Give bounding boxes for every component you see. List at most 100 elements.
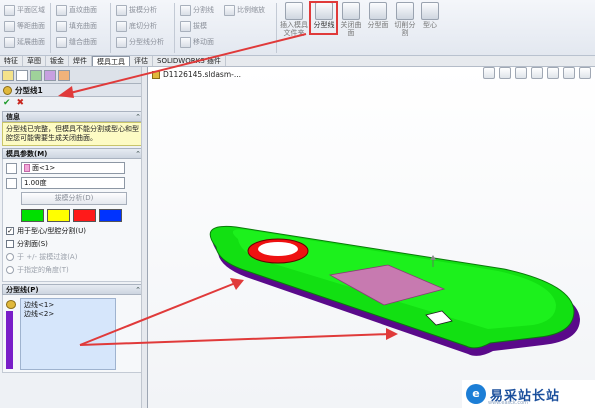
command-tabs: 特征 草图 钣金 焊件 模具工具 评估 SOLIDWORKS 插件 (0, 56, 595, 67)
ribbon-group-surfaces: 平面区域 等距曲面 延展曲面 (4, 2, 45, 50)
shut-off-surface-icon (342, 2, 360, 20)
cancel-button[interactable]: ✖ (17, 98, 25, 108)
feature-tree-flyout[interactable]: D1126145.sldasm-... (152, 70, 241, 79)
offset-surface-button[interactable]: 等距曲面 (4, 18, 45, 34)
site-url: www.easck.com (488, 400, 529, 406)
ribbon-separator (110, 3, 111, 53)
edge-selection-list[interactable]: 边线<1> 边线<2> (20, 298, 116, 370)
selection-color-icon (24, 164, 30, 172)
ruled-surface-button[interactable]: 直纹曲面 (56, 2, 97, 18)
parting-surface-button[interactable]: 分型面 (366, 2, 390, 29)
parting-surface-icon (369, 2, 387, 20)
site-watermark: e 易采站长站 (462, 380, 595, 408)
radio-icon (6, 253, 14, 261)
property-title-bar: 分型线1 (0, 84, 147, 97)
split-line-button[interactable]: 分割线 (180, 2, 214, 18)
zoom-to-area-icon[interactable] (499, 67, 511, 79)
tooling-split-icon (396, 2, 414, 20)
configuration-manager-tab-icon[interactable] (30, 70, 42, 81)
fill-surface-button[interactable]: 填充曲面 (56, 18, 97, 34)
move-face-icon (180, 36, 191, 48)
draft-button[interactable]: 拔模 (180, 18, 214, 34)
graphics-viewport[interactable]: D1126145.sldasm-... (148, 67, 595, 408)
property-manager-tab-icon[interactable] (16, 70, 28, 81)
feature-manager-tab-icon[interactable] (2, 70, 14, 81)
property-manager: 分型线1 ✔ ✖ 信息 ⌃ 分型线已完整，但模具不能分割或型心和型腔您可能需要生成… (0, 67, 148, 408)
swatch-yellow (47, 209, 70, 222)
manager-tabs (0, 67, 147, 84)
list-item[interactable]: 边线<2> (24, 310, 112, 319)
command-ribbon: 平面区域 等距曲面 延展曲面 直纹曲面 填充曲面 缝合曲面 拔模分析 底切分析 … (0, 0, 595, 56)
mold-folder-icon (285, 2, 303, 20)
tab-sketch[interactable]: 草图 (23, 56, 46, 66)
undercut-analysis-button[interactable]: 底切分析 (116, 18, 164, 34)
offset-surface-icon (4, 20, 15, 32)
assembly-icon (152, 70, 160, 79)
scale-button[interactable]: 比例缩放 (224, 2, 265, 18)
fill-surface-icon (56, 20, 67, 32)
boss-hole (258, 242, 298, 256)
document-name: D1126145.sldasm-... (163, 70, 241, 79)
pull-direction-field[interactable]: 面<1> (21, 162, 125, 174)
display-manager-tab-icon[interactable] (58, 70, 70, 81)
part-model (209, 225, 580, 356)
shut-off-surface-button[interactable]: 关闭曲面 (340, 2, 362, 37)
tab-weldments[interactable]: 焊件 (69, 56, 92, 66)
ribbon-separator (276, 3, 277, 53)
zoom-to-fit-icon[interactable] (483, 67, 495, 79)
specified-angle-radio[interactable]: 于指定的角度(T) (6, 265, 141, 275)
section-view-icon[interactable] (531, 67, 543, 79)
reverse-direction-icon[interactable] (6, 162, 17, 174)
tab-solidworks-addins[interactable]: SOLIDWORKS 插件 (153, 56, 226, 66)
core-button[interactable]: 型心 (420, 2, 440, 29)
use-core-cavity-checkbox[interactable]: ✓ 用于型心/型腔分割(U) (6, 226, 141, 236)
display-style-icon[interactable] (563, 67, 575, 79)
view-orientation-icon[interactable] (547, 67, 559, 79)
ruled-surface-icon (56, 4, 67, 16)
draft-angle-field[interactable]: 1.00度 (21, 177, 125, 189)
checkbox-icon (6, 240, 14, 248)
tooling-split-button[interactable]: 切削分割 (393, 2, 417, 37)
undercut-analysis-icon (116, 20, 127, 32)
ribbon-separator (50, 3, 51, 53)
hide-show-icon[interactable] (579, 67, 591, 79)
tab-evaluate[interactable]: 评估 (130, 56, 153, 66)
planar-surface-button[interactable]: 平面区域 (4, 2, 45, 18)
tab-sheet-metal[interactable]: 钣金 (46, 56, 69, 66)
knit-surface-button[interactable]: 缝合曲面 (56, 34, 97, 50)
draft-analysis-button[interactable]: 拔模分析 (116, 2, 164, 18)
extend-surface-button[interactable]: 延展曲面 (4, 34, 45, 50)
panel-scrollbar[interactable] (141, 67, 147, 408)
split-line-icon (180, 4, 191, 16)
ok-button[interactable]: ✔ (3, 98, 11, 108)
draft-angle-icon (6, 177, 17, 189)
edge-selection-icon (6, 300, 16, 309)
dimxpert-tab-icon[interactable] (44, 70, 56, 81)
info-section-header[interactable]: 信息 ⌃ (2, 111, 145, 122)
list-item[interactable]: 边线<1> (24, 301, 112, 310)
draft-angle-row: 1.00度 (6, 177, 141, 189)
split-faces-checkbox[interactable]: 分割面(S) (6, 239, 141, 249)
ribbon-group-surfaces-2: 直纹曲面 填充曲面 缝合曲面 (56, 2, 97, 50)
mold-params-section-header[interactable]: 模具参数(M) ⌃ (2, 148, 145, 159)
pull-direction-row: 面<1> (6, 162, 141, 174)
radio-icon (6, 266, 14, 274)
tab-mold-tools[interactable]: 模具工具 (92, 56, 130, 66)
property-title: 分型线1 (15, 85, 43, 95)
parting-line-highlight (309, 1, 338, 35)
insert-mold-folder-button[interactable]: 插入模具文件夹 (280, 2, 308, 37)
draft-analysis-button[interactable]: 拔模分析(D) (21, 192, 127, 205)
move-face-button[interactable]: 移动面 (180, 34, 214, 50)
tab-features[interactable]: 特征 (0, 56, 23, 66)
extend-surface-icon (4, 36, 15, 48)
draft-analysis-icon (116, 4, 127, 16)
ribbon-separator (174, 3, 175, 53)
previous-view-icon[interactable] (515, 67, 527, 79)
confirm-row: ✔ ✖ (0, 97, 147, 109)
transition-radio[interactable]: 于 +/- 拔模过渡(A) (6, 252, 141, 262)
parting-line-section-header[interactable]: 分型线(P) ⌃ (2, 284, 145, 295)
parting-line-analysis-button[interactable]: 分型线分析 (116, 34, 164, 50)
site-logo-icon: e (466, 384, 486, 404)
swatch-blue (99, 209, 122, 222)
swatch-red (73, 209, 96, 222)
